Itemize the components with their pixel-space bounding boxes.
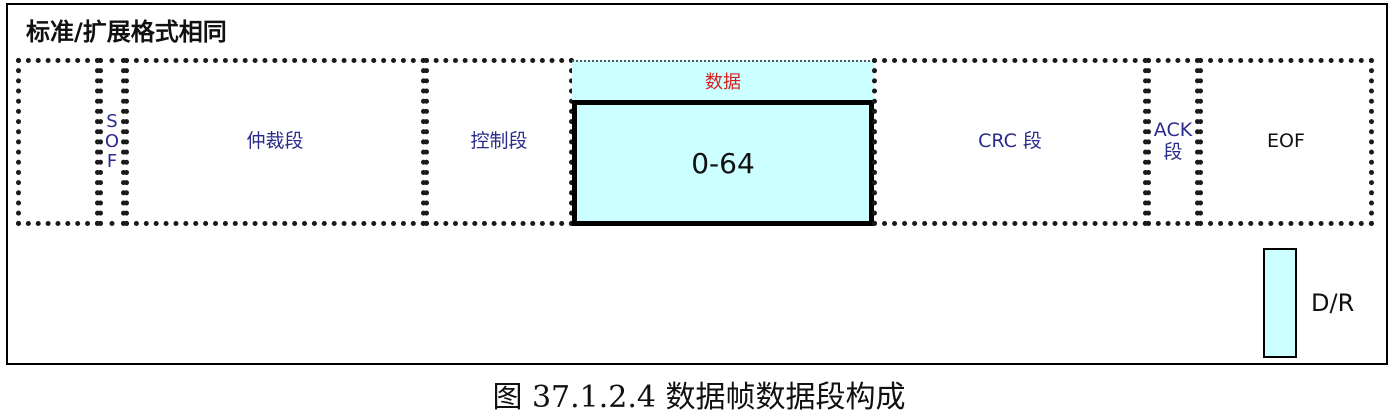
sof-letter-f: F bbox=[106, 150, 118, 172]
data-label: 数据 bbox=[705, 72, 741, 93]
segment-eof: EOF bbox=[1198, 58, 1374, 226]
control-label: 控制段 bbox=[470, 130, 528, 153]
segment-ack: ACK 段 bbox=[1146, 58, 1200, 226]
ack-label-line1: ACK bbox=[1153, 119, 1193, 142]
crc-label: CRC 段 bbox=[978, 130, 1042, 153]
figure-caption: 图 37.1.2.4 数据帧数据段构成 bbox=[492, 380, 906, 415]
legend-label: D/R bbox=[1311, 289, 1355, 317]
segment-data-label: 数据 bbox=[572, 60, 874, 100]
arbitration-label: 仲裁段 bbox=[246, 130, 304, 153]
eof-label: EOF bbox=[1267, 130, 1305, 153]
segment-control: 控制段 bbox=[424, 58, 574, 226]
legend-swatch bbox=[1263, 248, 1297, 358]
segment-empty bbox=[16, 58, 100, 226]
diagram-header: 标准/扩展格式相同 bbox=[26, 18, 227, 46]
segment-arbitration: 仲裁段 bbox=[124, 58, 426, 226]
sof-letter-s: S bbox=[106, 111, 118, 133]
segment-sof: S O F bbox=[98, 58, 126, 226]
segment-crc: CRC 段 bbox=[872, 58, 1148, 226]
ack-label-line2: 段 bbox=[1163, 141, 1183, 163]
segment-data-box: 0-64 bbox=[572, 100, 874, 226]
data-value: 0-64 bbox=[691, 146, 755, 180]
sof-letter-o: O bbox=[104, 131, 120, 153]
